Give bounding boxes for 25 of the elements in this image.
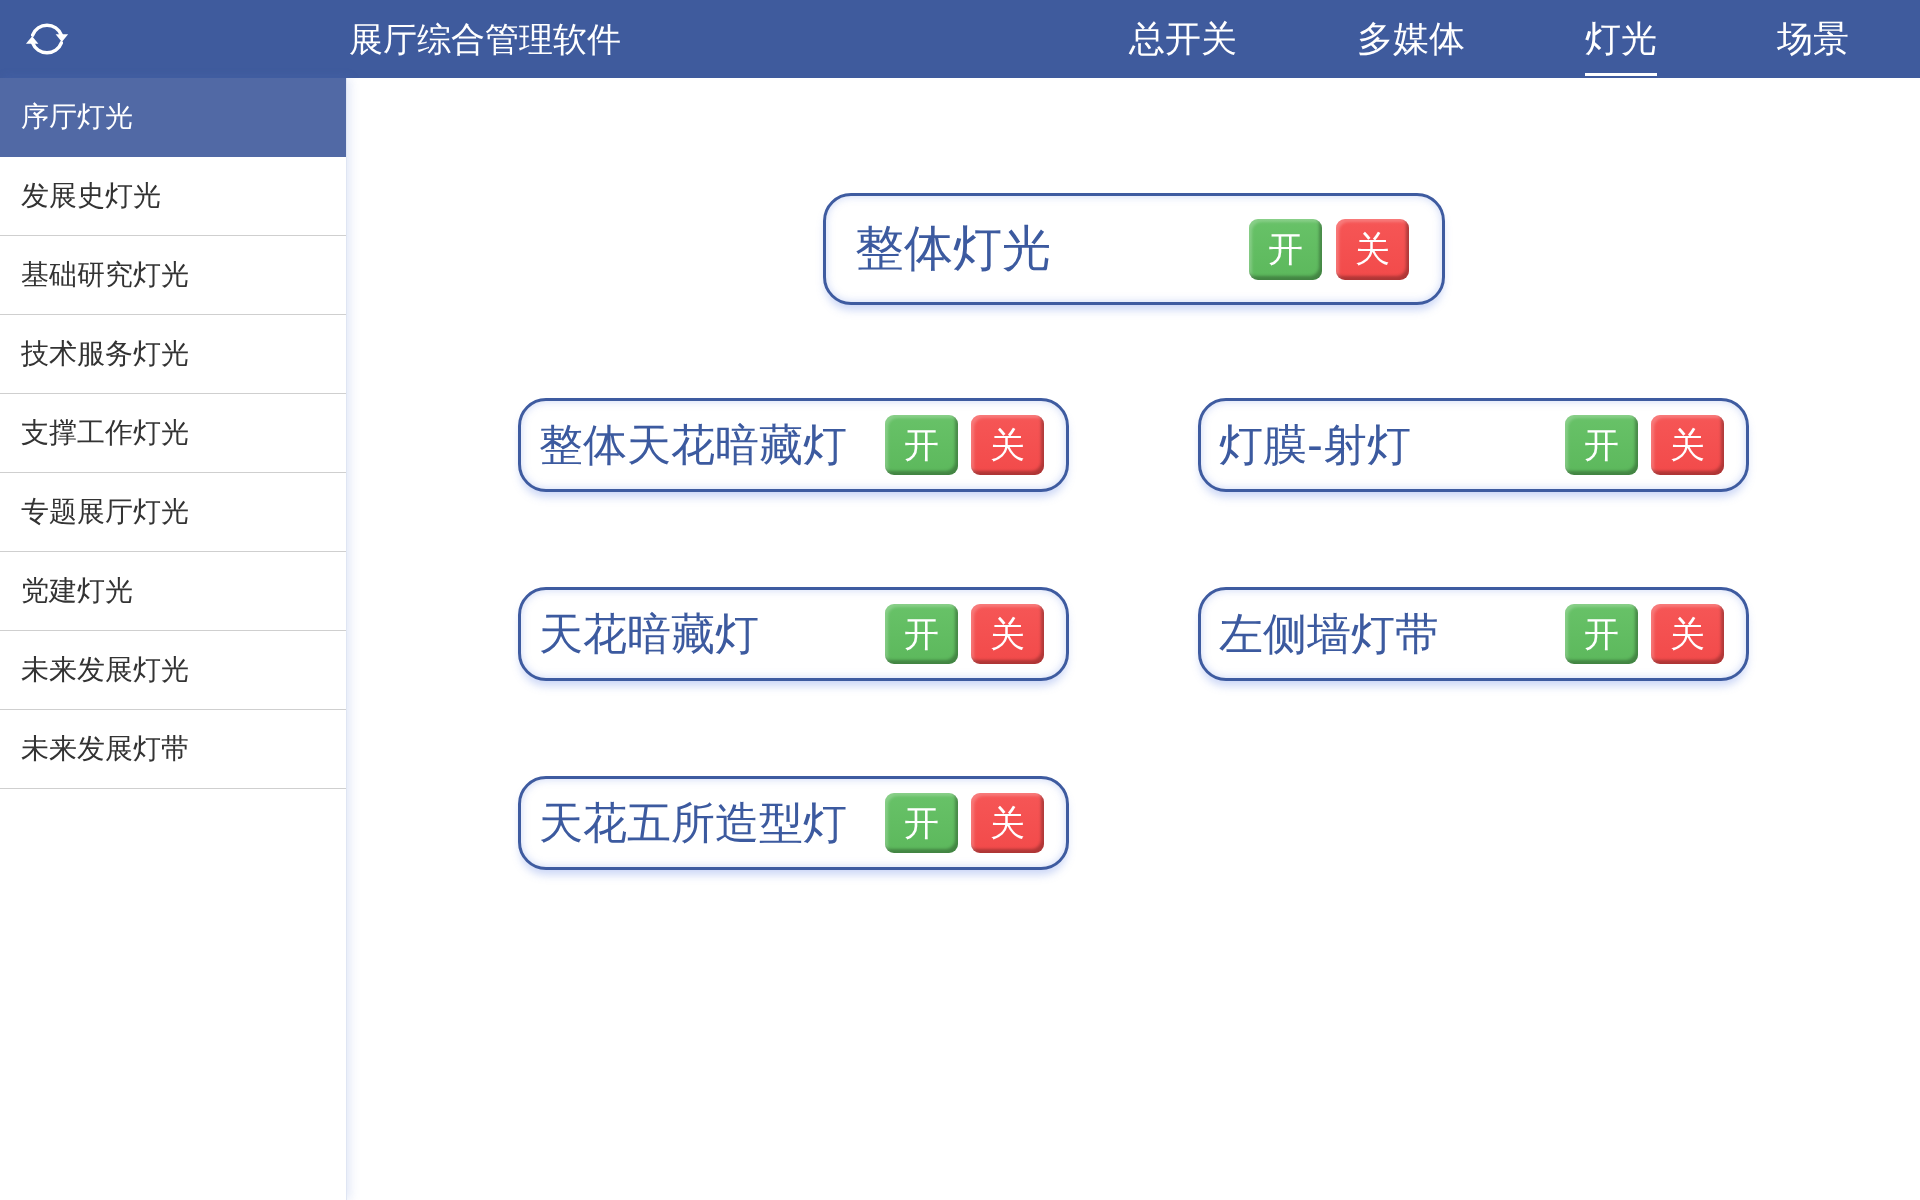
sidebar-item[interactable]: 专题展厅灯光 [0, 473, 346, 552]
light-name: 天花暗藏灯 [539, 607, 759, 661]
light-name: 整体天花暗藏灯 [539, 418, 847, 472]
light-name: 左侧墙灯带 [1219, 607, 1439, 661]
sidebar-item[interactable]: 未来发展灯带 [0, 710, 346, 789]
light-name: 灯膜-射灯 [1219, 418, 1411, 472]
sidebar-item[interactable]: 基础研究灯光 [0, 236, 346, 315]
sidebar-item[interactable]: 未来发展灯光 [0, 631, 346, 710]
off-button[interactable]: 关 [971, 793, 1044, 853]
sidebar-item[interactable]: 序厅灯光 [0, 78, 346, 157]
light-name: 整体灯光 [854, 219, 1051, 279]
sidebar-item[interactable]: 支撑工作灯光 [0, 394, 346, 473]
sidebar-item[interactable]: 发展史灯光 [0, 157, 346, 236]
off-button[interactable]: 关 [1335, 218, 1409, 280]
sidebar-item[interactable]: 技术服务灯光 [0, 315, 346, 394]
sidebar-item[interactable]: 党建灯光 [0, 552, 346, 631]
off-button[interactable]: 关 [1651, 604, 1724, 664]
off-button[interactable]: 关 [971, 604, 1044, 664]
light-name: 天花五所造型灯 [539, 796, 847, 850]
nav-tab[interactable]: 场景 [1777, 0, 1849, 78]
app-title: 展厅综合管理软件 [349, 18, 621, 60]
off-button[interactable]: 关 [1651, 415, 1724, 475]
nav-tab[interactable]: 多媒体 [1357, 0, 1465, 78]
nav-tab[interactable]: 总开关 [1129, 0, 1237, 78]
off-button[interactable]: 关 [971, 415, 1044, 475]
